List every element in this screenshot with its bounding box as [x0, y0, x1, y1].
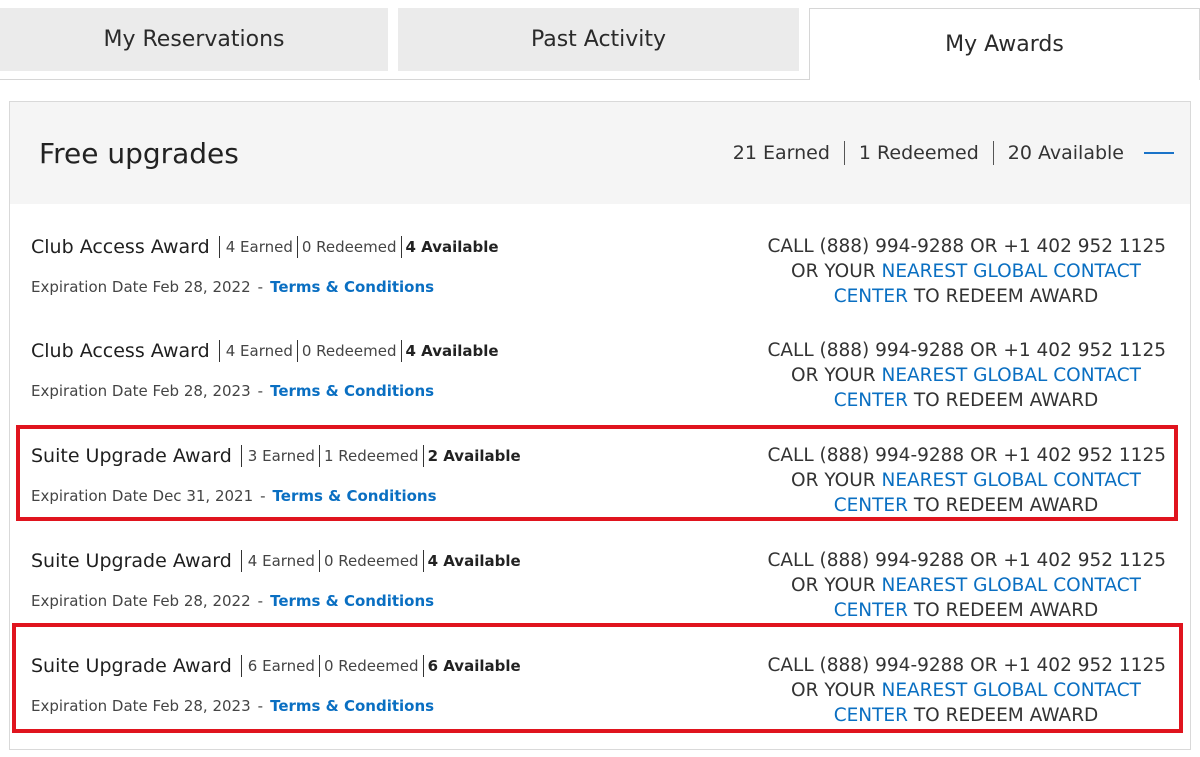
tab-bar: My Reservations Past Activity My Awards	[0, 0, 1200, 80]
redeem-instructions: CALL (888) 994-9288 OR +1 402 952 1125 O…	[746, 338, 1166, 413]
redeem-center-line: CENTER TO REDEEM AWARD	[746, 388, 1166, 413]
redeem-center-line: CENTER TO REDEEM AWARD	[746, 598, 1166, 623]
panel-title: Free upgrades	[39, 136, 239, 170]
award-row: Suite Upgrade Award 4 Earned 0 Redeemed …	[10, 524, 1190, 623]
award-earned: 4 Earned	[247, 552, 315, 570]
global-contact-link[interactable]: NEAREST GLOBAL CONTACT	[881, 365, 1140, 386]
divider	[296, 236, 298, 258]
tab-past-activity[interactable]: Past Activity	[398, 8, 799, 71]
summary-divider	[992, 141, 994, 165]
redeem-or-your: OR YOUR	[791, 261, 882, 282]
redeem-or-your: OR YOUR	[791, 575, 882, 596]
expiration-date: Expiration Date Feb 28, 2022	[31, 592, 251, 610]
redeem-instructions: CALL (888) 994-9288 OR +1 402 952 1125 O…	[746, 548, 1166, 623]
award-name: Suite Upgrade Award	[31, 550, 232, 572]
summary-available: 20 Available	[1007, 142, 1124, 164]
redeem-contact-line: OR YOUR NEAREST GLOBAL CONTACT	[746, 363, 1166, 388]
terms-conditions-link[interactable]: Terms & Conditions	[270, 382, 434, 400]
award-available: 4 Available	[405, 342, 499, 360]
summary-redeemed: 1 Redeemed	[858, 142, 979, 164]
summary-divider	[843, 141, 845, 165]
award-earned: 4 Earned	[225, 342, 293, 360]
panel-header[interactable]: Free upgrades 21 Earned 1 Redeemed 20 Av…	[10, 102, 1190, 204]
redeem-or-your: OR YOUR	[791, 365, 882, 386]
global-contact-link[interactable]: NEAREST GLOBAL CONTACT	[881, 261, 1140, 282]
highlight-box	[12, 623, 1183, 733]
redeem-to-redeem: TO REDEEM AWARD	[907, 286, 1099, 307]
award-earned: 4 Earned	[225, 238, 293, 256]
upgrade-summary: 21 Earned 1 Redeemed 20 Available	[733, 141, 1174, 165]
award-info: Club Access Award 4 Earned 0 Redeemed 4 …	[31, 232, 499, 296]
award-name-line: Club Access Award 4 Earned 0 Redeemed 4 …	[31, 336, 499, 366]
award-name: Club Access Award	[31, 236, 210, 258]
divider	[400, 236, 402, 258]
award-name: Club Access Award	[31, 340, 210, 362]
award-info: Suite Upgrade Award 4 Earned 0 Redeemed …	[31, 546, 521, 610]
global-contact-link[interactable]: CENTER	[834, 286, 908, 307]
award-redeemed: 0 Redeemed	[301, 238, 397, 256]
expiration-line: Expiration Date Feb 28, 2022- Terms & Con…	[31, 278, 499, 296]
expiration-line: Expiration Date Feb 28, 2022- Terms & Con…	[31, 592, 521, 610]
tab-my-awards[interactable]: My Awards	[809, 8, 1200, 80]
award-available: 4 Available	[405, 238, 499, 256]
tab-my-reservations[interactable]: My Reservations	[0, 8, 388, 71]
award-info: Club Access Award 4 Earned 0 Redeemed 4 …	[31, 336, 499, 400]
redeem-contact-line: OR YOUR NEAREST GLOBAL CONTACT	[746, 259, 1166, 284]
global-contact-link[interactable]: CENTER	[834, 390, 908, 411]
award-redeemed: 0 Redeemed	[301, 342, 397, 360]
award-available: 4 Available	[427, 552, 521, 570]
expiration-date: Expiration Date Feb 28, 2022	[31, 278, 251, 296]
award-redeemed: 0 Redeemed	[323, 552, 419, 570]
global-contact-link[interactable]: CENTER	[834, 600, 908, 621]
dash: -	[257, 278, 264, 296]
redeem-contact-line: OR YOUR NEAREST GLOBAL CONTACT	[746, 573, 1166, 598]
divider	[318, 550, 320, 572]
expiration-line: Expiration Date Feb 28, 2023- Terms & Con…	[31, 382, 499, 400]
redeem-call-text: CALL (888) 994-9288 OR +1 402 952 1125	[767, 550, 1166, 571]
redeem-call-text: CALL (888) 994-9288 OR +1 402 952 1125	[767, 340, 1166, 361]
highlight-box	[16, 425, 1178, 521]
divider	[296, 340, 298, 362]
dash: -	[257, 592, 264, 610]
tab-divider	[0, 79, 809, 80]
expiration-date: Expiration Date Feb 28, 2023	[31, 382, 251, 400]
award-row: Club Access Award 4 Earned 0 Redeemed 4 …	[10, 314, 1190, 413]
dash: -	[257, 382, 264, 400]
terms-conditions-link[interactable]: Terms & Conditions	[270, 592, 434, 610]
divider	[218, 236, 220, 258]
redeem-center-line: CENTER TO REDEEM AWARD	[746, 284, 1166, 309]
award-name-line: Suite Upgrade Award 4 Earned 0 Redeemed …	[31, 546, 521, 576]
divider	[218, 340, 220, 362]
divider	[240, 550, 242, 572]
divider	[400, 340, 402, 362]
global-contact-link[interactable]: NEAREST GLOBAL CONTACT	[881, 575, 1140, 596]
redeem-to-redeem: TO REDEEM AWARD	[907, 390, 1099, 411]
redeem-instructions: CALL (888) 994-9288 OR +1 402 952 1125 O…	[746, 234, 1166, 309]
award-name-line: Club Access Award 4 Earned 0 Redeemed 4 …	[31, 232, 499, 262]
collapse-icon[interactable]	[1144, 152, 1174, 154]
summary-earned: 21 Earned	[732, 142, 830, 164]
terms-conditions-link[interactable]: Terms & Conditions	[270, 278, 434, 296]
award-row: Club Access Award 4 Earned 0 Redeemed 4 …	[10, 210, 1190, 309]
divider	[422, 550, 424, 572]
redeem-to-redeem: TO REDEEM AWARD	[907, 600, 1099, 621]
redeem-call-text: CALL (888) 994-9288 OR +1 402 952 1125	[767, 236, 1166, 257]
